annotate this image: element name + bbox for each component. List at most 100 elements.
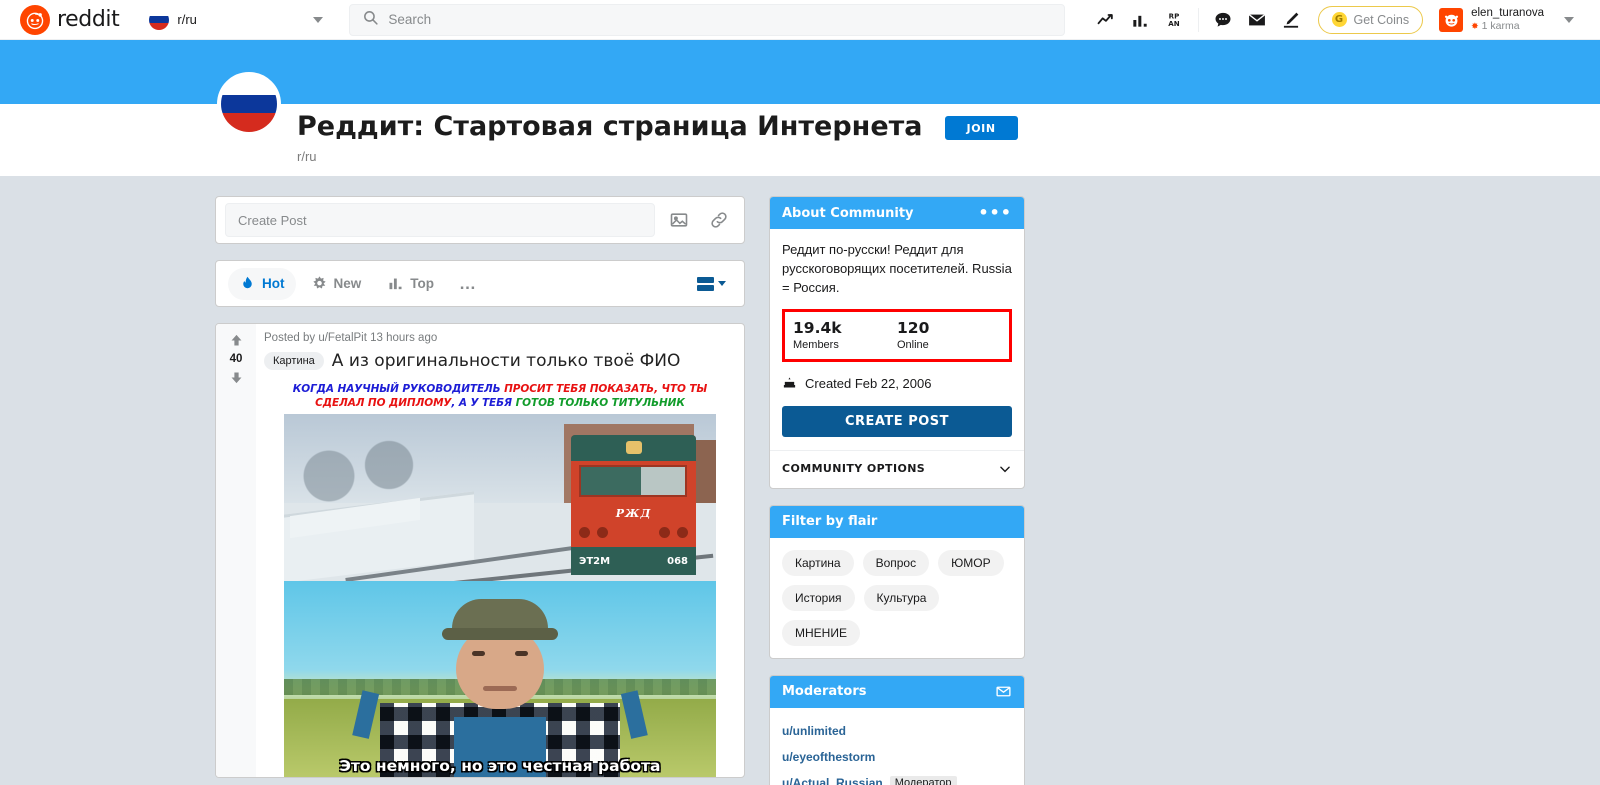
post-flair[interactable]: Картина [264, 352, 324, 370]
top-navigation-bar: reddit r/ru RPAN G G [0, 0, 1600, 40]
flair-item[interactable]: Вопрос [862, 549, 930, 576]
flair-item[interactable]: История [782, 584, 855, 611]
message-mods-icon[interactable] [995, 683, 1012, 700]
moderators-title: Moderators [782, 684, 867, 700]
sort-tab-top-label: Top [410, 276, 435, 291]
moderator-badge: Модератор [889, 775, 957, 785]
list-item[interactable]: u/Actual_Russian Модератор [782, 770, 1012, 785]
create-post-icon[interactable] [1274, 3, 1308, 37]
moderators-list: u/unlimited u/eyeofthestorm u/Actual_Rus… [770, 708, 1024, 785]
list-item[interactable]: u/unlimited [782, 718, 1012, 744]
flair-item[interactable]: Культура [863, 584, 940, 611]
community-handle: r/ru [297, 148, 317, 164]
sidebar: About Community ••• Реддит по-русски! Ре… [769, 196, 1025, 785]
create-post-input[interactable] [225, 203, 655, 237]
get-coins-label: Get Coins [1353, 12, 1410, 27]
moderator-name[interactable]: u/eyeofthestorm [782, 750, 875, 764]
community-icon [217, 72, 281, 136]
meme-caption-part-3: СДЕЛАЛ ПО ДИПЛОМУ [315, 397, 452, 410]
filter-by-flair-card: Filter by flair Картина Вопрос ЮМОР Исто… [769, 504, 1025, 659]
search-bar[interactable] [349, 3, 1066, 36]
rpan-icon[interactable]: RP AN [1157, 3, 1191, 37]
filter-by-flair-header: Filter by flair [770, 505, 1024, 538]
view-mode-switch[interactable] [691, 273, 732, 295]
search-input[interactable] [388, 12, 1053, 27]
user-meta: elen_turanova ✸ 1 karma [1471, 7, 1544, 32]
upvote-button[interactable] [228, 332, 245, 349]
vote-column: 40 [216, 324, 256, 778]
main-column: Hot New Top … 40 [215, 196, 745, 779]
community-header: Реддит: Стартовая страница Интернета r/r… [0, 72, 1600, 176]
moderators-card: Moderators u/unlimited u/eyeofthestorm u… [769, 674, 1025, 785]
community-stats: 19.4k Members 120 Online [782, 308, 1012, 362]
sort-bar: Hot New Top … [215, 260, 745, 307]
about-options-icon[interactable]: ••• [978, 205, 1012, 221]
about-community-header: About Community ••• [770, 197, 1024, 229]
reddit-wordmark: reddit [57, 7, 120, 32]
downvote-button[interactable] [228, 369, 245, 386]
coin-icon: G [1331, 12, 1347, 27]
subreddit-switcher-label: r/ru [177, 12, 197, 27]
reddit-home-link[interactable]: reddit [12, 4, 120, 35]
online-label: Online [897, 338, 929, 351]
chat-icon[interactable] [1206, 3, 1240, 37]
created-date-label: Created Feb 22, 2006 [805, 376, 932, 392]
flame-icon [243, 276, 252, 289]
sort-tab-hot[interactable]: Hot [228, 267, 296, 300]
avatar [1439, 7, 1464, 32]
filter-by-flair-body: Картина Вопрос ЮМОР История Культура МНЕ… [770, 538, 1024, 658]
image-upload-icon[interactable] [663, 204, 695, 236]
trending-icon[interactable] [1089, 3, 1123, 37]
link-icon[interactable] [703, 204, 735, 236]
about-community-title: About Community [782, 205, 914, 221]
flair-item[interactable]: МНЕНИЕ [782, 619, 860, 646]
list-item[interactable]: u/eyeofthestorm [782, 744, 1012, 770]
chevron-down-icon [718, 281, 726, 286]
divider [770, 449, 1024, 451]
karma-icon: ✸ [1471, 20, 1479, 31]
moderator-name[interactable]: u/Actual_Russian [782, 776, 883, 785]
sort-more-button[interactable]: … [449, 275, 487, 292]
post-title[interactable]: А из оригинальности только твоё ФИО [332, 351, 681, 371]
post-meta[interactable]: Posted by u/FetalPit 13 hours ago [264, 332, 736, 344]
chevron-down-icon [313, 16, 324, 23]
sidebar-create-post-button[interactable]: CREATE POST [782, 405, 1012, 437]
get-coins-button[interactable]: G Get Coins [1317, 5, 1424, 34]
online-count: 120 [897, 318, 930, 337]
karma-label: ✸ 1 karma [1471, 20, 1544, 32]
sort-tab-new[interactable]: New [300, 268, 373, 300]
sort-tab-top[interactable]: Top [376, 268, 445, 300]
community-title: Реддит: Стартовая страница Интернета [297, 111, 923, 142]
community-description: Реддит по-русски! Реддит для русскоговор… [782, 242, 1012, 295]
mail-icon[interactable] [1240, 3, 1274, 37]
meme-caption-part-5: ГОТОВ ТОЛЬКО ТИТУЛЬНИК [515, 397, 685, 410]
nav-divider [1197, 7, 1199, 32]
chevron-down-icon [998, 462, 1012, 476]
train-logo-label: РЖД [615, 507, 652, 521]
train-number-label: 068 [667, 556, 688, 568]
sort-tab-new-label: New [333, 276, 362, 291]
post-image[interactable]: КОГДА НАУЧНЫЙ РУКОВОДИТЕЛЬ ПРОСИТ ТЕБЯ П… [264, 380, 736, 778]
meme-caption-part-4: , А У ТЕБЯ [451, 397, 513, 410]
bar-chart-icon[interactable] [1123, 3, 1157, 37]
members-stat: 19.4k Members [793, 319, 897, 351]
russia-flag-icon [149, 9, 170, 30]
bar-chart-icon [389, 278, 402, 290]
vote-score: 40 [229, 353, 243, 365]
join-button[interactable]: JOIN [944, 116, 1018, 140]
community-options-toggle[interactable]: COMMUNITY OPTIONS [782, 462, 1012, 476]
flair-list: Картина Вопрос ЮМОР История Культура МНЕ… [782, 549, 1012, 646]
meme-photo-train: РЖД ЭТ2М 068 [284, 414, 716, 582]
username-label: elen_turanova [1471, 6, 1544, 19]
flair-item[interactable]: Картина [782, 549, 854, 576]
meme-images: РЖД ЭТ2М 068 Это немного, но это честная… [284, 414, 716, 778]
cake-icon [782, 375, 797, 393]
flair-item[interactable]: ЮМОР [938, 549, 1004, 576]
user-menu[interactable]: elen_turanova ✸ 1 karma [1433, 5, 1588, 34]
page-content: Hot New Top … 40 [215, 176, 1385, 785]
subreddit-switcher[interactable]: r/ru [141, 3, 331, 37]
moderator-name[interactable]: u/unlimited [782, 724, 846, 738]
post-card: 40 Posted by u/FetalPit 13 hours ago Кар… [215, 323, 745, 779]
moderators-header: Moderators [770, 675, 1024, 708]
created-date-row: Created Feb 22, 2006 [782, 375, 1012, 393]
